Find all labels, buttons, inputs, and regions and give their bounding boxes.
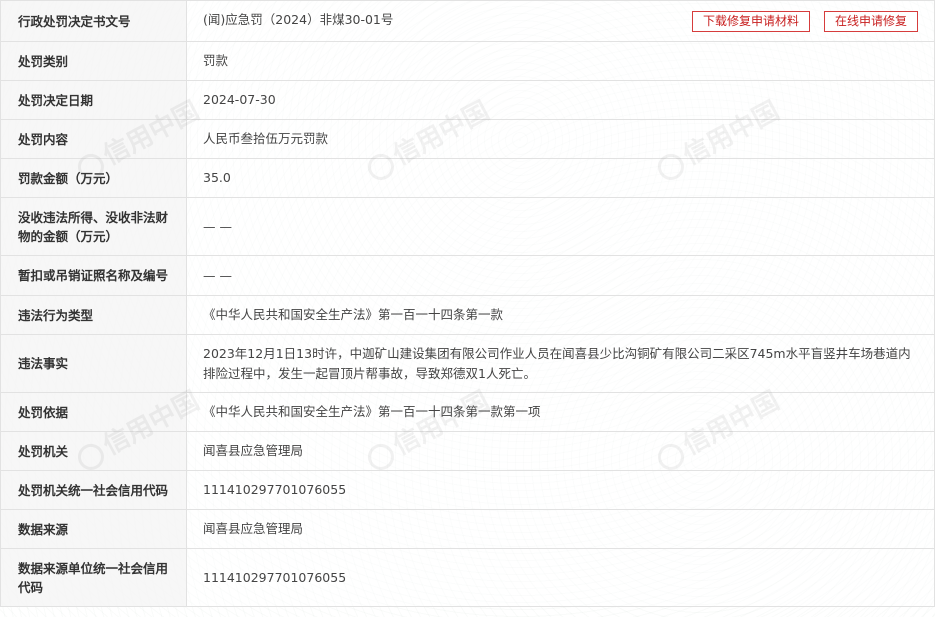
row-label: 处罚类别 [0, 41, 187, 81]
row-label: 处罚机关 [0, 431, 187, 471]
row-label: 处罚决定日期 [0, 80, 187, 120]
table-row: 处罚决定日期 2024-07-30 [0, 80, 935, 120]
table-row: 违法行为类型 《中华人民共和国安全生产法》第一百一十四条第一款 [0, 295, 935, 335]
decision-number-value[interactable]: (闻)应急罚（2024）非煤30-01号 [203, 12, 393, 27]
row-value: 2024-07-30 [186, 80, 935, 120]
row-label: 处罚内容 [0, 119, 187, 159]
row-label: 数据来源单位统一社会信用代码 [0, 548, 187, 607]
row-label: 处罚依据 [0, 392, 187, 432]
online-repair-application-button[interactable]: 在线申请修复 [823, 11, 918, 32]
row-label: 违法行为类型 [0, 295, 187, 335]
table-row: 没收违法所得、没收非法财物的金额（万元） — — [0, 197, 935, 256]
row-value: — — [186, 255, 935, 296]
table-row: 数据来源单位统一社会信用代码 111410297701076055 [0, 548, 935, 607]
row-value: 《中华人民共和国安全生产法》第一百一十四条第一款 [186, 295, 935, 335]
table-row: 行政处罚决定书文号 (闻)应急罚（2024）非煤30-01号 下载修复申请材料 … [0, 0, 935, 42]
row-value: — — [186, 197, 935, 256]
row-label: 没收违法所得、没收非法财物的金额（万元） [0, 197, 187, 256]
row-value: 2023年12月1日13时许，中迦矿山建设集团有限公司作业人员在闻喜县少比沟铜矿… [186, 334, 935, 393]
penalty-detail-panel: 行政处罚决定书文号 (闻)应急罚（2024）非煤30-01号 下载修复申请材料 … [0, 0, 935, 617]
row-value: (闻)应急罚（2024）非煤30-01号 下载修复申请材料 在线申请修复 [186, 0, 935, 42]
table-row: 处罚机关统一社会信用代码 11141029770107605​5 [0, 470, 935, 510]
table-row: 处罚内容 人民币叁拾伍万元罚款 [0, 119, 935, 159]
row-label: 数据来源 [0, 509, 187, 549]
penalty-detail-table: 行政处罚决定书文号 (闻)应急罚（2024）非煤30-01号 下载修复申请材料 … [0, 0, 935, 607]
row-label: 暂扣或吊销证照名称及编号 [0, 255, 187, 296]
row-label: 违法事实 [0, 334, 187, 393]
table-row: 违法事实 2023年12月1日13时许，中迦矿山建设集团有限公司作业人员在闻喜县… [0, 334, 935, 393]
row-label: 处罚机关统一社会信用代码 [0, 470, 187, 510]
table-row: 处罚依据 《中华人民共和国安全生产法》第一百一十四条第一款第一项 [0, 392, 935, 432]
row-value: 11141029770107605​5 [186, 470, 935, 510]
action-buttons: 下载修复申请材料 在线申请修复 [682, 11, 918, 32]
row-value: 闻喜县应急管理局 [186, 509, 935, 549]
row-value: 《中华人民共和国安全生产法》第一百一十四条第一款第一项 [186, 392, 935, 432]
row-label: 罚款金额（万元） [0, 158, 187, 198]
table-row: 暂扣或吊销证照名称及编号 — — [0, 255, 935, 296]
row-value: 罚款 [186, 41, 935, 81]
row-label: 行政处罚决定书文号 [0, 0, 187, 42]
table-row: 数据来源 闻喜县应急管理局 [0, 509, 935, 549]
table-row: 处罚机关 闻喜县应急管理局 [0, 431, 935, 471]
table-row: 罚款金额（万元） 35.0 [0, 158, 935, 198]
table-row: 处罚类别 罚款 [0, 41, 935, 81]
row-value: 人民币叁拾伍万元罚款 [186, 119, 935, 159]
row-value: 闻喜县应急管理局 [186, 431, 935, 471]
download-repair-materials-button[interactable]: 下载修复申请材料 [691, 11, 810, 32]
row-value: 35.0 [186, 158, 935, 198]
row-value: 111410297701076055 [186, 548, 935, 607]
